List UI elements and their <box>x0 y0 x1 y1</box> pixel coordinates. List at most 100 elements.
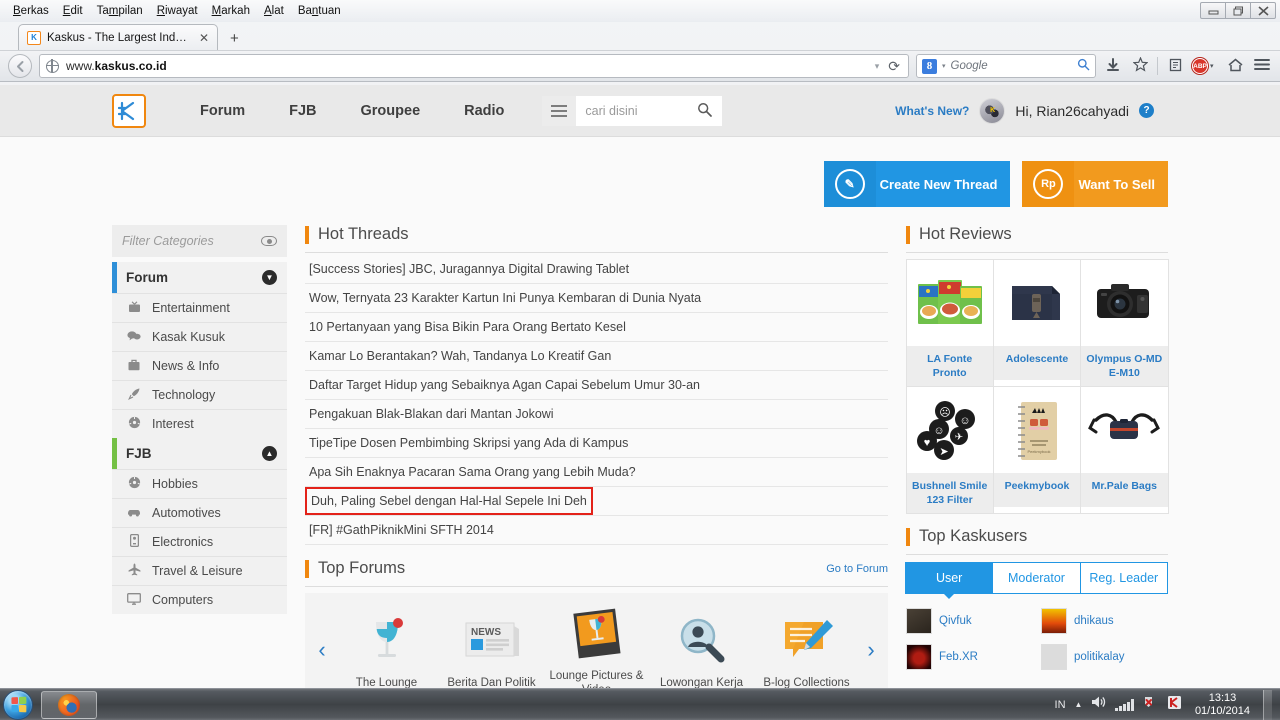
language-indicator[interactable]: IN <box>1055 699 1066 711</box>
kaskuser-name[interactable]: Qivfuk <box>939 615 972 627</box>
sidebar-item-computers[interactable]: Computers <box>112 585 287 614</box>
thread-item[interactable]: [FR] #GathPiknikMini SFTH 2014 <box>305 516 888 545</box>
tab-user[interactable]: User <box>905 562 994 599</box>
sidebar-item-electronics[interactable]: Electronics <box>112 527 287 556</box>
nav-groupee[interactable]: Groupee <box>339 103 443 119</box>
create-new-thread-button[interactable]: ✎ Create New Thread <box>823 161 1011 207</box>
library-icon[interactable] <box>1165 58 1185 75</box>
whats-new-link[interactable]: What's New? <box>895 104 969 118</box>
chevron-down-icon[interactable]: ▾ <box>942 62 946 70</box>
carousel-prev-button[interactable]: ‹ <box>311 637 333 663</box>
tab-reg-leader[interactable]: Reg. Leader <box>1079 562 1168 594</box>
forum-item-lounge-pictures-video[interactable]: Lounge Pictures & Video <box>545 603 648 688</box>
thread-item[interactable]: Wow, Ternyata 23 Karakter Kartun Ini Pun… <box>305 284 888 313</box>
want-to-sell-button[interactable]: Rp Want To Sell <box>1022 161 1168 207</box>
forum-item-the-lounge[interactable]: The Lounge <box>335 610 438 688</box>
nav-radio[interactable]: Radio <box>442 103 526 119</box>
eye-icon[interactable] <box>261 236 277 246</box>
thread-item[interactable]: Apa Sih Enaknya Pacaran Sama Orang yang … <box>305 458 888 487</box>
minimize-button[interactable] <box>1200 2 1226 19</box>
chevron-up-icon[interactable]: ▲ <box>262 446 277 461</box>
go-to-forum-link[interactable]: Go to Forum <box>826 563 888 575</box>
kaskuser-item[interactable]: dhikaus <box>1041 608 1168 634</box>
kaskuser-item[interactable]: Feb.XR <box>906 644 1033 670</box>
forum-item-berita-dan-politik[interactable]: NEWS Berita Dan Politik <box>440 610 543 688</box>
sidebar-group-header-fjb[interactable]: FJB ▲ <box>112 438 287 469</box>
close-button[interactable] <box>1250 2 1276 19</box>
menu-tampilan[interactable]: Tampilan <box>90 2 150 20</box>
clock[interactable]: 13:13 01/10/2014 <box>1191 692 1250 718</box>
menu-berkas[interactable]: Berkas <box>6 2 56 20</box>
carousel-next-button[interactable]: › <box>860 637 882 663</box>
sidebar-item-technology[interactable]: Technology <box>112 380 287 409</box>
tab-moderator[interactable]: Moderator <box>992 562 1081 594</box>
kaspersky-icon[interactable] <box>1167 695 1182 715</box>
kaskuser-name[interactable]: politikalay <box>1074 651 1125 663</box>
sidebar-item-news-info[interactable]: News & Info <box>112 351 287 380</box>
show-desktop-button[interactable] <box>1263 689 1272 720</box>
review-card[interactable]: Olympus O-MD E-M10 <box>1080 258 1169 387</box>
taskbar-firefox-button[interactable] <box>41 690 97 719</box>
search-input[interactable]: cari disini <box>576 104 686 118</box>
adblock-icon[interactable]: ABP ▾ <box>1192 58 1218 74</box>
chevron-down-icon[interactable]: ▾ <box>875 61 880 72</box>
bookmark-star-icon[interactable] <box>1130 56 1150 75</box>
thread-item[interactable]: 10 Pertanyaan yang Bisa Bikin Para Orang… <box>305 313 888 342</box>
sidebar-item-automotives[interactable]: Automotives <box>112 498 287 527</box>
menu-alat[interactable]: Alat <box>257 2 291 20</box>
network-icon[interactable] <box>1115 698 1134 711</box>
filter-categories-input[interactable]: Filter Categories <box>112 225 287 257</box>
menu-riwayat[interactable]: Riwayat <box>150 2 205 20</box>
chevron-down-icon[interactable]: ▾ <box>1210 62 1214 70</box>
menu-edit[interactable]: Edit <box>56 2 90 20</box>
kaskus-logo[interactable] <box>112 93 146 128</box>
reload-icon[interactable]: ⟳ <box>886 58 902 75</box>
forum-item-blog-collections[interactable]: B-log Collections <box>755 610 858 688</box>
nav-fjb[interactable]: FJB <box>267 103 338 119</box>
review-card[interactable]: LA Fonte Pronto <box>905 258 994 387</box>
search-icon[interactable] <box>1077 58 1090 74</box>
volume-icon[interactable] <box>1091 695 1106 714</box>
menu-markah[interactable]: Markah <box>205 2 257 20</box>
restore-button[interactable] <box>1225 2 1251 19</box>
new-tab-button[interactable]: + <box>218 30 249 50</box>
review-card[interactable]: Mr.Pale Bags <box>1080 385 1169 514</box>
sidebar-item-entertainment[interactable]: Entertainment <box>112 293 287 322</box>
thread-item-highlighted[interactable]: Duh, Paling Sebel dengan Hal-Hal Sepele … <box>305 487 593 515</box>
sidebar-item-interest[interactable]: Interest <box>112 409 287 438</box>
home-icon[interactable] <box>1225 58 1245 75</box>
back-button[interactable] <box>8 54 32 78</box>
chevron-down-icon[interactable]: ▼ <box>262 270 277 285</box>
menu-icon[interactable] <box>1252 58 1272 74</box>
user-greeting[interactable]: Hi, Rian26cahyadi <box>1015 103 1129 119</box>
menu-bantuan[interactable]: Bantuan <box>291 2 348 20</box>
avatar[interactable]: K <box>979 97 1006 124</box>
kaskuser-name[interactable]: Feb.XR <box>939 651 978 663</box>
sidebar-item-hobbies[interactable]: Hobbies <box>112 469 287 498</box>
review-card[interactable]: Peekmybook Peekmybook <box>992 385 1082 514</box>
start-button[interactable] <box>3 689 33 720</box>
kaskuser-name[interactable]: dhikaus <box>1074 615 1114 627</box>
url-bar[interactable]: www.kaskus.co.id ▾ ⟳ <box>39 54 909 78</box>
kaskuser-item[interactable]: politikalay <box>1041 644 1168 670</box>
security-warning-icon[interactable] <box>1143 695 1158 715</box>
thread-item[interactable]: Kamar Lo Berantakan? Wah, Tandanya Lo Kr… <box>305 342 888 371</box>
review-card[interactable]: Adolescente <box>992 258 1082 387</box>
download-icon[interactable] <box>1103 57 1123 75</box>
sidebar-group-header-forum[interactable]: Forum ▼ <box>112 262 287 293</box>
search-icon[interactable] <box>686 102 722 120</box>
help-icon[interactable]: ? <box>1139 103 1154 118</box>
review-card[interactable]: ☹ ☺ ☺ ✈ ♥ ➤ Bushnell Smile 123 Filter <box>905 385 994 514</box>
forum-item-lowongan-kerja[interactable]: Lowongan Kerja <box>650 610 753 688</box>
browser-tab[interactable]: K Kaskus - The Largest Indon... ✕ <box>18 24 218 50</box>
nav-forum[interactable]: Forum <box>178 103 267 119</box>
category-menu-icon[interactable] <box>542 95 577 126</box>
sidebar-item-travel-leisure[interactable]: Travel & Leisure <box>112 556 287 585</box>
thread-item[interactable]: Pengakuan Blak-Blakan dari Mantan Jokowi <box>305 400 888 429</box>
search-bar[interactable]: 8 ▾ Google <box>916 54 1096 78</box>
thread-item[interactable]: [Success Stories] JBC, Juragannya Digita… <box>305 255 888 284</box>
kaskuser-item[interactable]: Qivfuk <box>906 608 1033 634</box>
thread-item[interactable]: Daftar Target Hidup yang Sebaiknya Agan … <box>305 371 888 400</box>
show-hidden-icons-icon[interactable]: ▲ <box>1075 700 1083 709</box>
sidebar-item-kasak-kusuk[interactable]: Kasak Kusuk <box>112 322 287 351</box>
